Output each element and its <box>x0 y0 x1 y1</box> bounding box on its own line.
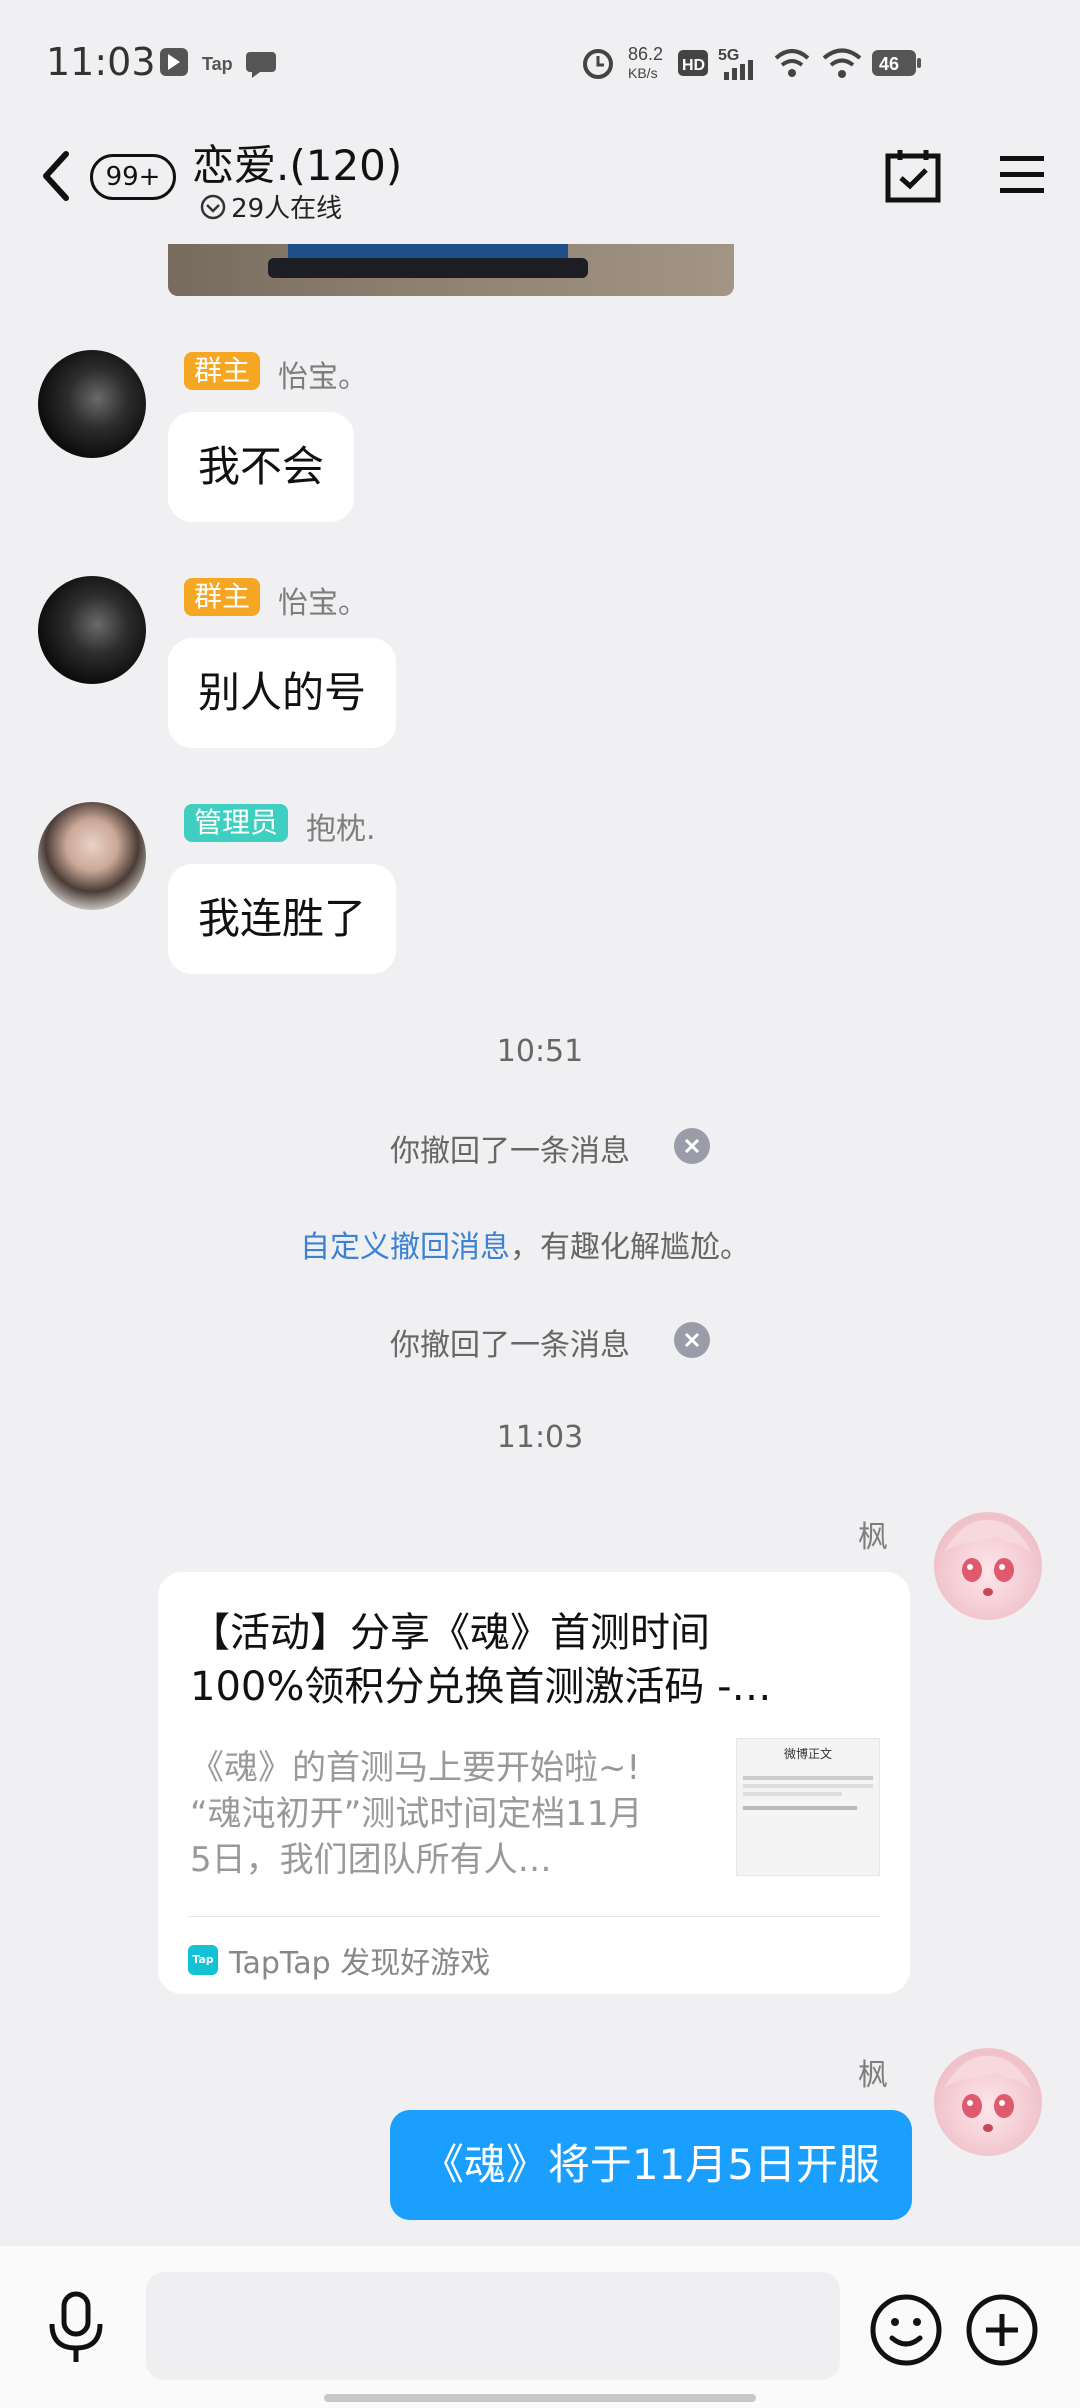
custom-recall-rest: ，有趣化解尴尬。 <box>510 1230 750 1265</box>
anime-avatar-art <box>944 2055 1032 2132</box>
plus-circle-icon <box>966 2294 1038 2366</box>
timestamp: 11:03 <box>496 1420 584 1455</box>
card-description-line: “魂沌初开”测试时间定档11月 <box>190 1794 643 1834</box>
taptap-icon: Tap <box>188 1945 218 1975</box>
home-indicator[interactable] <box>324 2394 756 2402</box>
speed-unit: KB/s <box>628 65 658 81</box>
system-status-icons: 86.2 KB/s HD 5G 46 <box>580 40 940 86</box>
hd-label: HD <box>682 57 705 74</box>
recall-notice: 你撤回了一条消息 <box>390 1126 630 1170</box>
custom-recall-hint: 自定义撤回消息，有趣化解尴尬。 <box>300 1222 750 1266</box>
hamburger-menu-icon <box>1000 156 1044 193</box>
calendar-check-icon <box>885 150 941 203</box>
custom-recall-link[interactable]: 自定义撤回消息 <box>300 1230 510 1265</box>
message-bubble[interactable]: 别人的号 <box>168 638 397 748</box>
image-message-partial[interactable] <box>168 244 734 296</box>
message-bubble[interactable]: 我不会 <box>168 412 355 522</box>
tap-label: Tap <box>202 54 233 74</box>
avatar[interactable] <box>38 802 146 910</box>
emoji-button[interactable] <box>868 2292 944 2368</box>
sender-name: 怡宝。 <box>278 586 368 621</box>
chat-title[interactable]: 恋爱.(120) <box>192 132 402 193</box>
role-badge-owner: 群主 <box>184 352 261 390</box>
sender-name: 枫 <box>858 1520 888 1555</box>
status-icons-svg: 86.2 KB/s HD 5G 46 <box>583 44 921 81</box>
recall-text: 你撤回了一条消息 <box>390 1328 630 1363</box>
more-button[interactable] <box>964 2292 1040 2368</box>
status-time: 11:03 <box>46 40 156 84</box>
message-input[interactable] <box>146 2272 840 2380</box>
card-source: Tap TapTap 发现好游戏 <box>188 1938 491 1981</box>
unread-badge[interactable]: 99+ <box>90 154 176 200</box>
battery-level: 46 <box>879 54 899 74</box>
sender-name: 怡宝。 <box>278 360 368 395</box>
chevron-left-icon <box>43 151 69 201</box>
card-description-line: 《魂》的首测马上要开始啦~! <box>190 1748 641 1788</box>
dismiss-recall-button[interactable] <box>674 1128 710 1164</box>
card-source-label: TapTap 发现好游戏 <box>229 1946 491 1981</box>
microphone-icon <box>49 2291 103 2362</box>
menu-button[interactable] <box>998 154 1046 196</box>
back-button[interactable] <box>36 148 80 204</box>
avatar[interactable] <box>934 2048 1042 2156</box>
avatar[interactable] <box>934 1512 1042 1620</box>
online-count: 29人在线 <box>231 194 343 224</box>
dismiss-recall-button[interactable] <box>674 1322 710 1358</box>
chevron-down-circle-icon <box>200 194 226 219</box>
anime-avatar-art <box>944 1519 1032 1596</box>
online-status[interactable]: 29人在线 <box>200 188 342 224</box>
recall-text: 你撤回了一条消息 <box>390 1134 630 1169</box>
card-thumbnail: 微博正文 <box>736 1738 880 1876</box>
close-icon <box>684 1138 700 1154</box>
timestamp: 10:51 <box>496 1034 584 1069</box>
recall-notice: 你撤回了一条消息 <box>390 1320 630 1364</box>
message-bubble[interactable]: 我连胜了 <box>168 864 397 974</box>
close-icon <box>684 1332 700 1348</box>
sender-name: 抱枕. <box>306 812 376 847</box>
avatar[interactable] <box>38 350 146 458</box>
smiley-icon <box>870 2294 942 2366</box>
app-icons: Tap <box>160 48 276 78</box>
voice-button[interactable] <box>44 2290 108 2366</box>
notification-icons: Tap <box>158 44 278 84</box>
speed-value: 86.2 <box>628 44 663 64</box>
role-badge-admin: 管理员 <box>184 804 289 842</box>
role-badge-owner: 群主 <box>184 578 261 616</box>
thumbnail-heading: 微博正文 <box>783 1747 832 1761</box>
calendar-button[interactable] <box>884 146 942 204</box>
card-divider <box>188 1916 880 1917</box>
card-title-line: 【活动】分享《魂》首测时间 <box>190 1610 710 1656</box>
card-title-line: 100%领积分兑换首测激活码 -… <box>190 1664 772 1710</box>
sender-name: 枫 <box>858 2058 888 2093</box>
link-card[interactable]: 【活动】分享《魂》首测时间 100%领积分兑换首测激活码 -… 《魂》的首测马上… <box>158 1572 910 1994</box>
card-description-line: 5日，我们团队所有人… <box>190 1840 552 1880</box>
self-message-bubble[interactable]: 《魂》将于11月5日开服 <box>389 2110 912 2220</box>
network-label: 5G <box>718 47 739 64</box>
avatar[interactable] <box>38 576 146 684</box>
